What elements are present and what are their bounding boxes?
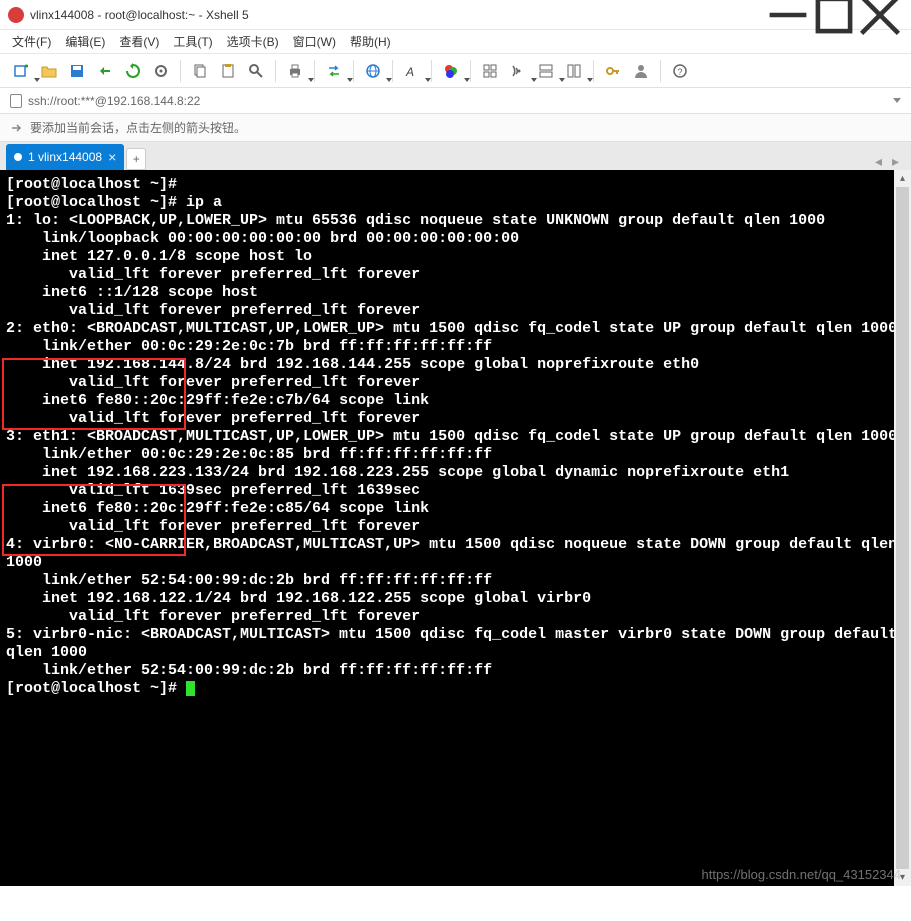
tab-label: 1 vlinx144008 bbox=[28, 150, 102, 164]
toolbar-divider bbox=[314, 60, 315, 82]
toolbar-divider bbox=[180, 60, 181, 82]
svg-text:A: A bbox=[405, 65, 414, 79]
globe-button[interactable] bbox=[360, 58, 386, 84]
watermark: https://blog.csdn.net/qq_43152344 bbox=[702, 867, 902, 882]
menu-view[interactable]: 查看(V) bbox=[119, 33, 159, 50]
tab-next-icon[interactable]: ▸ bbox=[892, 153, 899, 170]
hint-text: 要添加当前会话，点击左侧的箭头按钮。 bbox=[30, 119, 246, 136]
toolbar: A ? bbox=[0, 54, 911, 88]
minimize-button[interactable] bbox=[765, 0, 811, 30]
broadcast-button[interactable] bbox=[505, 58, 531, 84]
save-button[interactable] bbox=[64, 58, 90, 84]
terminal-scrollbar[interactable]: ▴ ▾ bbox=[894, 170, 911, 886]
tab-close-icon[interactable]: × bbox=[108, 149, 116, 165]
connect-button[interactable] bbox=[92, 58, 118, 84]
menu-tools[interactable]: 工具(T) bbox=[173, 33, 212, 50]
menu-tabs[interactable]: 选项卡(B) bbox=[227, 33, 279, 50]
scroll-thumb[interactable] bbox=[896, 187, 909, 869]
key-button[interactable] bbox=[600, 58, 626, 84]
open-button[interactable] bbox=[36, 58, 62, 84]
toolbar-divider bbox=[660, 60, 661, 82]
new-session-button[interactable] bbox=[8, 58, 34, 84]
toolbar-divider bbox=[470, 60, 471, 82]
tab-add-button[interactable]: + bbox=[126, 148, 146, 170]
lock-icon bbox=[10, 94, 22, 108]
scroll-up-button[interactable]: ▴ bbox=[894, 170, 911, 187]
user-button[interactable] bbox=[628, 58, 654, 84]
theme-button[interactable] bbox=[438, 58, 464, 84]
address-url: ssh://root:***@192.168.144.8:22 bbox=[28, 94, 200, 108]
find-button[interactable] bbox=[243, 58, 269, 84]
terminal-pane[interactable]: [root@localhost ~]# [root@localhost ~]# … bbox=[0, 170, 911, 886]
app-icon bbox=[8, 7, 24, 23]
tile-button[interactable] bbox=[533, 58, 559, 84]
tab-bar: 1 vlinx144008 × + ◂ ▸ bbox=[0, 142, 911, 170]
toolbar-divider bbox=[593, 60, 594, 82]
paste-button[interactable] bbox=[215, 58, 241, 84]
window-title: vlinx144008 - root@localhost:~ - Xshell … bbox=[30, 8, 765, 22]
hint-bar: 要添加当前会话，点击左侧的箭头按钮。 bbox=[0, 114, 911, 142]
toolbar-divider bbox=[392, 60, 393, 82]
chevron-down-icon[interactable] bbox=[893, 98, 901, 103]
toolbar-divider bbox=[275, 60, 276, 82]
terminal-output[interactable]: [root@localhost ~]# [root@localhost ~]# … bbox=[0, 170, 911, 886]
transfer-button[interactable] bbox=[321, 58, 347, 84]
font-button[interactable]: A bbox=[399, 58, 425, 84]
menu-file[interactable]: 文件(F) bbox=[12, 33, 51, 50]
hint-arrow-icon[interactable] bbox=[10, 121, 24, 135]
scroll-track[interactable] bbox=[894, 187, 911, 869]
svg-text:?: ? bbox=[678, 67, 683, 77]
copy-button[interactable] bbox=[187, 58, 213, 84]
menu-help[interactable]: 帮助(H) bbox=[350, 33, 391, 50]
toolbar-divider bbox=[431, 60, 432, 82]
properties-button[interactable] bbox=[148, 58, 174, 84]
window-buttons bbox=[765, 0, 903, 30]
reconnect-button[interactable] bbox=[120, 58, 146, 84]
tab-nav: ◂ ▸ bbox=[875, 153, 905, 170]
address-bar[interactable]: ssh://root:***@192.168.144.8:22 bbox=[0, 88, 911, 114]
fullscreen-button[interactable] bbox=[477, 58, 503, 84]
tile2-button[interactable] bbox=[561, 58, 587, 84]
close-button[interactable] bbox=[857, 0, 903, 30]
tab-status-icon bbox=[14, 153, 22, 161]
help-button[interactable]: ? bbox=[667, 58, 693, 84]
print-button[interactable] bbox=[282, 58, 308, 84]
maximize-button[interactable] bbox=[811, 0, 857, 30]
toolbar-divider bbox=[353, 60, 354, 82]
tab-active[interactable]: 1 vlinx144008 × bbox=[6, 144, 124, 170]
titlebar: vlinx144008 - root@localhost:~ - Xshell … bbox=[0, 0, 911, 30]
menu-edit[interactable]: 编辑(E) bbox=[65, 33, 105, 50]
menu-window[interactable]: 窗口(W) bbox=[293, 33, 336, 50]
tab-prev-icon[interactable]: ◂ bbox=[875, 153, 882, 170]
